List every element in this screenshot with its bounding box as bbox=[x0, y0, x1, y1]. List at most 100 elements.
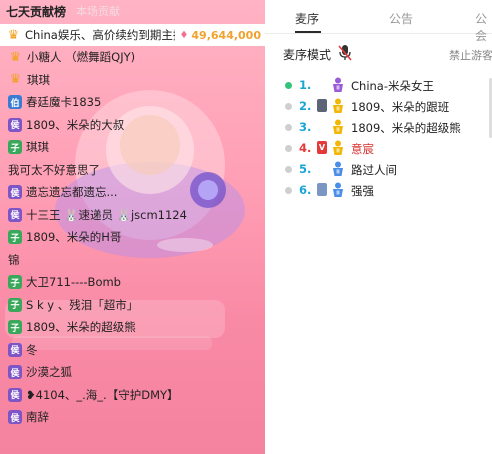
queue-position: 2. bbox=[299, 99, 312, 113]
ranking-row[interactable]: 子 1809、米朵的超级熊 bbox=[0, 316, 265, 339]
noble-rank-icon bbox=[333, 77, 343, 92]
status-dot-icon bbox=[285, 145, 292, 152]
ranking-row[interactable]: 侯遗忘遗忘都遗忘... bbox=[0, 181, 265, 204]
ranking-row[interactable]: 侯十三王 🐰速递员 🐰jscm1124 bbox=[0, 204, 265, 227]
ranking-user-name[interactable]: China娱乐、高价续约到期主播 bbox=[25, 27, 175, 43]
contribution-ranking-panel: 七天贡献榜 本场贡献 ♛ China娱乐、高价续约到期主播 ♦ 49,644,000 ♛… bbox=[0, 0, 265, 454]
user-tags bbox=[317, 183, 327, 196]
queue-user-name[interactable]: 强强 bbox=[351, 183, 374, 199]
status-dot-icon bbox=[285, 103, 292, 110]
ranking-user-name[interactable]: ❥4104、_.海_.【守护DMY】 bbox=[26, 387, 179, 403]
ranking-row[interactable]: 子 S k y 、残泪「超市」 bbox=[0, 294, 265, 317]
mic-queue-item[interactable]: 2. 1809、米朵的跟班 bbox=[265, 96, 492, 117]
tab-mic-queue[interactable]: 麦序 bbox=[295, 10, 319, 27]
noble-rank-icon bbox=[333, 182, 343, 197]
queue-mode-label: 麦序模式 bbox=[283, 48, 332, 62]
ranking-row[interactable]: 锦 bbox=[0, 249, 265, 272]
ranking-user-name[interactable]: 春廷魔卡1835 bbox=[26, 94, 101, 110]
queue-user-name[interactable]: 1809、米朵的超级熊 bbox=[351, 120, 461, 136]
ranking-row[interactable]: 伯春廷魔卡1835 bbox=[0, 91, 265, 114]
tab-announcement[interactable]: 公告 bbox=[389, 10, 413, 27]
contribution-score: ♦ 49,644,000 bbox=[179, 29, 265, 42]
queue-user-name[interactable]: China-米朵女王 bbox=[351, 78, 434, 94]
queue-position: 1. bbox=[299, 78, 312, 92]
noble-level-icon: 侯 bbox=[8, 185, 22, 200]
noble-level-icon: 子 bbox=[8, 275, 22, 290]
ranking-row[interactable]: 我可太不好意思了 bbox=[0, 159, 265, 182]
ranking-user-name[interactable]: 大卫711----Bomb bbox=[26, 274, 121, 290]
mobile-device-icon bbox=[317, 99, 327, 112]
mic-queue-panel: 麦序 公告 公会 麦序模式 禁止游客 1. China-米朵女王 2. 1809、米朵… bbox=[265, 0, 492, 202]
ranking-row[interactable]: 侯沙漠之狐 bbox=[0, 361, 265, 384]
ranking-row[interactable]: 子琪琪 bbox=[0, 136, 265, 159]
noble-level-icon: 子 bbox=[8, 140, 22, 155]
ban-visitor-toggle[interactable]: 禁止游客 bbox=[449, 47, 492, 63]
ranking-list: ♛ China娱乐、高价续约到期主播 ♦ 49,644,000 ♛ 小糖人 （燃舞蹈QJY… bbox=[0, 24, 265, 429]
ranking-user-name[interactable]: 冬 bbox=[26, 342, 38, 358]
mic-queue-item[interactable]: 3. 1809、米朵的超级熊 bbox=[265, 117, 492, 138]
ranking-user-name[interactable]: 琪琪 bbox=[27, 72, 50, 88]
ranking-row[interactable]: 侯 1809、米朵的大叔 bbox=[0, 114, 265, 137]
diamond-icon: ♦ bbox=[179, 29, 189, 41]
user-tags: V bbox=[317, 141, 327, 154]
ranking-row[interactable]: 子大卫711----Bomb bbox=[0, 271, 265, 294]
ranking-row[interactable]: ♛ 琪琪 bbox=[0, 69, 265, 92]
queue-position: 3. bbox=[299, 120, 312, 134]
status-dot-icon bbox=[285, 166, 292, 173]
ranking-user-name[interactable]: 沙漠之狐 bbox=[26, 364, 72, 380]
crown-rank-icon: ♛ bbox=[7, 27, 20, 43]
ranking-user-name[interactable]: 我可太不好意思了 bbox=[8, 162, 100, 178]
queue-user-name[interactable]: 路过人间 bbox=[351, 162, 397, 178]
ranking-user-name[interactable]: 1809、米朵的大叔 bbox=[26, 117, 124, 133]
ranking-header: 七天贡献榜 本场贡献 bbox=[0, 0, 265, 22]
ranking-user-name[interactable]: 十三王 🐰速递员 🐰jscm1124 bbox=[26, 207, 187, 223]
ranking-row[interactable]: ♛ China娱乐、高价续约到期主播 ♦ 49,644,000 bbox=[0, 24, 265, 46]
noble-level-icon: 子 bbox=[8, 230, 22, 245]
contribution-score-value: 49,644,000 bbox=[191, 28, 261, 42]
mic-queue-item[interactable]: 4. V 意宸 bbox=[265, 138, 492, 159]
noble-level-icon: 伯 bbox=[8, 95, 22, 110]
status-dot-icon bbox=[285, 187, 292, 194]
ranking-row[interactable]: 侯冬 bbox=[0, 339, 265, 362]
noble-level-icon: 侯 bbox=[8, 342, 22, 357]
mic-mute-icon[interactable] bbox=[337, 44, 353, 62]
noble-rank-icon bbox=[333, 98, 343, 113]
ranking-user-name[interactable]: 1809、米朵的H哥 bbox=[26, 229, 121, 245]
ranking-row[interactable]: 子 1809、米朵的H哥 bbox=[0, 226, 265, 249]
panel-tabs: 麦序 公告 公会 bbox=[265, 0, 492, 43]
queue-user-name[interactable]: 1809、米朵的跟班 bbox=[351, 99, 449, 115]
status-dot-icon bbox=[285, 124, 292, 131]
ranking-user-name[interactable]: 锦 bbox=[8, 252, 20, 268]
mic-queue-item[interactable]: 1. China-米朵女王 bbox=[265, 75, 492, 96]
queue-position: 5. bbox=[299, 162, 312, 176]
crown-rank-icon: ♛ bbox=[9, 72, 22, 88]
tab-guild[interactable]: 公会 bbox=[475, 10, 492, 44]
noble-rank-icon bbox=[333, 161, 343, 176]
ranking-row[interactable]: 侯 ❥4104、_.海_.【守护DMY】 bbox=[0, 384, 265, 407]
ranking-user-name[interactable]: 南辞 bbox=[26, 409, 49, 425]
active-tab-indicator bbox=[295, 31, 321, 33]
ranking-user-name[interactable]: 小糖人 （燃舞蹈QJY) bbox=[27, 49, 135, 65]
music-note-icon bbox=[317, 183, 327, 196]
queue-user-name[interactable]: 意宸 bbox=[351, 141, 374, 157]
mic-queue-item[interactable]: 6. 强强 bbox=[265, 180, 492, 201]
ranking-user-name[interactable]: 琪琪 bbox=[26, 139, 49, 155]
ranking-row[interactable]: 侯南辞 bbox=[0, 406, 265, 429]
tab-current-show-ranking[interactable]: 本场贡献 bbox=[76, 3, 120, 19]
mic-queue-item[interactable]: 5. 路过人间 bbox=[265, 159, 492, 180]
noble-rank-icon bbox=[333, 119, 343, 134]
crown-rank-icon: ♛ bbox=[9, 49, 22, 65]
queue-position: 6. bbox=[299, 183, 312, 197]
verified-v-icon: V bbox=[317, 141, 327, 154]
noble-level-icon: 侯 bbox=[8, 410, 22, 425]
ranking-user-name[interactable]: 1809、米朵的超级熊 bbox=[26, 319, 136, 335]
noble-level-icon: 子 bbox=[8, 297, 22, 312]
ranking-user-name[interactable]: S k y 、残泪「超市」 bbox=[26, 297, 138, 313]
tab-seven-day-ranking[interactable]: 七天贡献榜 bbox=[6, 3, 66, 20]
noble-level-icon: 子 bbox=[8, 320, 22, 335]
user-tags bbox=[317, 99, 327, 112]
noble-rank-icon bbox=[333, 140, 343, 155]
mic-queue-list: 1. China-米朵女王 2. 1809、米朵的跟班 3. 1809、米朵的超级熊 4. V… bbox=[265, 75, 492, 201]
ranking-row[interactable]: ♛ 小糖人 （燃舞蹈QJY) bbox=[0, 46, 265, 69]
ranking-user-name[interactable]: 遗忘遗忘都遗忘... bbox=[26, 184, 117, 200]
